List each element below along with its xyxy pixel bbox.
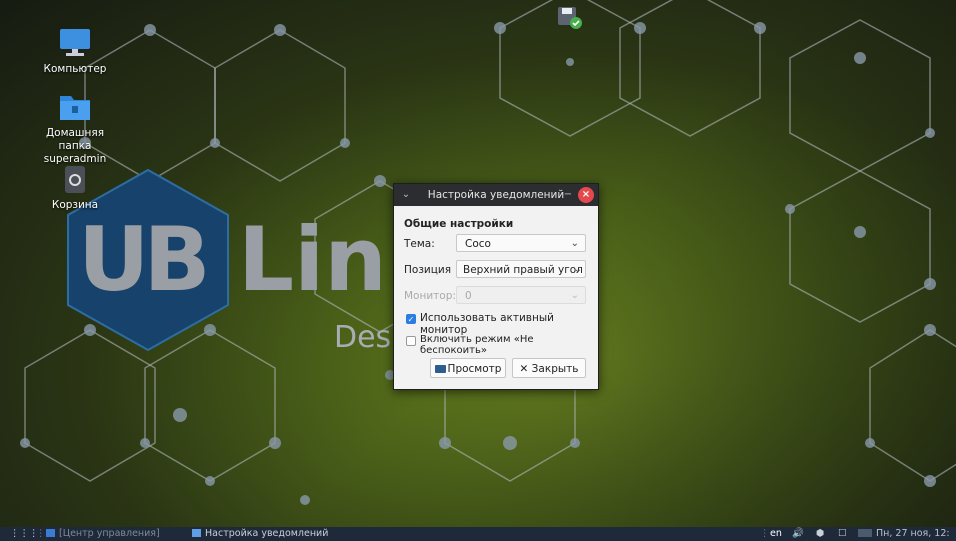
dnd-checkbox[interactable] (406, 336, 416, 346)
use-active-monitor-label[interactable]: Использовать активный монитор (420, 312, 598, 336)
theme-select-value: Coco (465, 238, 491, 250)
use-active-monitor-checkbox[interactable]: ✓ (406, 314, 416, 324)
computer-icon (58, 26, 92, 60)
desktop-icon-home-folder[interactable]: Домашняя папка superadmin (30, 90, 120, 166)
preview-button-label: Просмотр (447, 363, 502, 375)
position-select[interactable]: Верхний правый угол ⌄ (456, 260, 586, 278)
control-center-icon (46, 529, 55, 537)
section-title: Общие настройки (404, 218, 514, 230)
desktop-icon-label: Компьютер (43, 63, 107, 75)
keyboard-layout[interactable]: en (770, 527, 782, 541)
brand-name-text: Lin (238, 208, 387, 311)
brand-logo-text: UB (78, 208, 211, 311)
chevron-down-icon: ⌄ (573, 264, 582, 275)
position-select-value: Верхний правый угол (463, 264, 583, 276)
notification-settings-icon (192, 529, 201, 537)
notification-settings-dialog: ⌄ Настройка уведомлений − × Общие настро… (393, 183, 599, 390)
desktop-show-icon[interactable] (858, 527, 876, 541)
chevron-down-icon: ⌄ (570, 290, 579, 301)
close-button-label: ✕ Закрыть (519, 363, 579, 375)
close-icon[interactable]: × (578, 187, 594, 203)
security-shield-icon[interactable]: ⬢ (816, 527, 824, 541)
desktop-icon-computer[interactable]: Компьютер (30, 26, 120, 76)
tray-separator: ⋮ (760, 528, 770, 539)
preview-icon (434, 365, 446, 373)
taskbar: ⋮⋮⋮ ⋮ [Центр управления] Настройка уведо… (0, 527, 956, 541)
trash-icon (58, 162, 92, 196)
chevron-down-icon: ⌄ (570, 238, 579, 249)
app-menu-grid-icon[interactable]: ⋮⋮⋮ (10, 527, 39, 541)
volume-icon[interactable]: 🔊 (792, 527, 804, 541)
close-button[interactable]: ✕ Закрыть (512, 358, 586, 378)
minimize-icon[interactable]: − (560, 187, 576, 203)
taskbar-separator: ⋮ (36, 528, 46, 539)
monitor-select-value: 0 (465, 290, 472, 302)
position-label: Позиция (404, 264, 452, 276)
theme-select[interactable]: Coco ⌄ (456, 234, 586, 252)
desktop-icon-trash[interactable]: Корзина (30, 162, 120, 212)
monitor-label: Монитор: (404, 290, 456, 302)
desktop-icon-label: Домашняя папка superadmin (43, 127, 107, 165)
taskbar-item-control-center[interactable]: [Центр управления] (46, 527, 160, 541)
preview-button[interactable]: Просмотр (430, 358, 506, 378)
taskbar-item-label: Настройка уведомлений (205, 528, 329, 539)
taskbar-item-label: [Центр управления] (59, 528, 160, 539)
dialog-titlebar[interactable]: ⌄ Настройка уведомлений − × (394, 184, 598, 206)
dnd-label[interactable]: Включить режим «Не беспокоить» (420, 334, 598, 356)
floppy-check-icon[interactable] (556, 4, 584, 30)
clock[interactable]: Пн, 27 ноя, 12: (876, 527, 950, 541)
window-icon[interactable]: ☐ (838, 527, 847, 541)
home-folder-icon (58, 90, 92, 124)
theme-label: Тема: (404, 238, 435, 250)
taskbar-item-notification-settings[interactable]: Настройка уведомлений (192, 527, 328, 541)
monitor-select[interactable]: 0 ⌄ (456, 286, 586, 304)
